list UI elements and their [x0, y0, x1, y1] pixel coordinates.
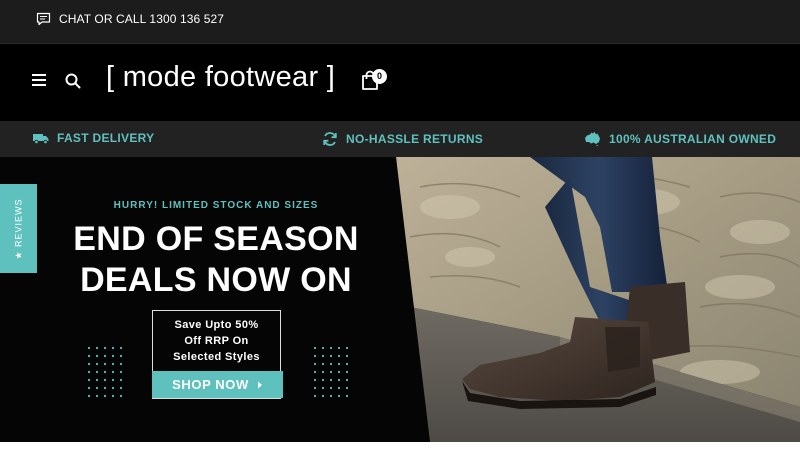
decorative-dots-right: [313, 346, 349, 398]
australia-icon: [585, 131, 600, 146]
chat-label: CHAT OR CALL 1300 136 527: [59, 12, 225, 26]
feature-label: NO-HASSLE RETURNS: [346, 132, 484, 146]
truck-icon: [33, 134, 49, 144]
feature-label: FAST DELIVERY: [57, 131, 155, 145]
hero-headline-line2: DEALS NOW ON: [80, 261, 352, 299]
announcement-bar: CHAT OR CALL 1300 136 527: [0, 0, 800, 44]
shop-now-button[interactable]: SHOP NOW: [152, 371, 283, 398]
caret-right-icon: [257, 381, 262, 388]
reviews-tab[interactable]: ★ REVIEWS: [0, 184, 37, 273]
page-content-start: [0, 442, 800, 457]
feature-bar: FAST DELIVERY NO-HASSLE RETURNS 100% AUS…: [0, 121, 800, 157]
feature-label: 100% AUSTRALIAN OWNED: [609, 131, 777, 146]
hero-eyebrow: HURRY! LIMITED STOCK AND SIZES: [113, 200, 319, 211]
site-logo[interactable]: [ mode footwear ]: [106, 61, 335, 94]
feature-fast-delivery: FAST DELIVERY: [33, 131, 154, 145]
chat-bubble-icon: [36, 12, 51, 26]
decorative-dots-left: [87, 346, 123, 398]
cart-count-badge: 0: [372, 69, 387, 84]
feature-returns: NO-HASSLE RETURNS: [322, 131, 483, 147]
reviews-tab-label: ★ REVIEWS: [13, 197, 23, 260]
site-header: [ mode footwear ] 0: [0, 44, 800, 121]
search-icon[interactable]: [64, 72, 82, 90]
menu-icon[interactable]: [30, 72, 48, 88]
hero-headline: END OF SEASON DEALS NOW ON: [0, 219, 432, 301]
shop-now-label: SHOP NOW: [172, 377, 249, 392]
hero-banner: HURRY! LIMITED STOCK AND SIZES END OF SE…: [0, 157, 800, 442]
feature-australian-owned: 100% AUSTRALIAN OWNED: [584, 131, 776, 146]
chat-link[interactable]: CHAT OR CALL 1300 136 527: [36, 12, 224, 26]
refresh-icon: [323, 132, 337, 146]
promo-text: Save Upto 50% Off RRP On Selected Styles: [173, 319, 260, 363]
hero-headline-line1: END OF SEASON: [73, 220, 359, 258]
